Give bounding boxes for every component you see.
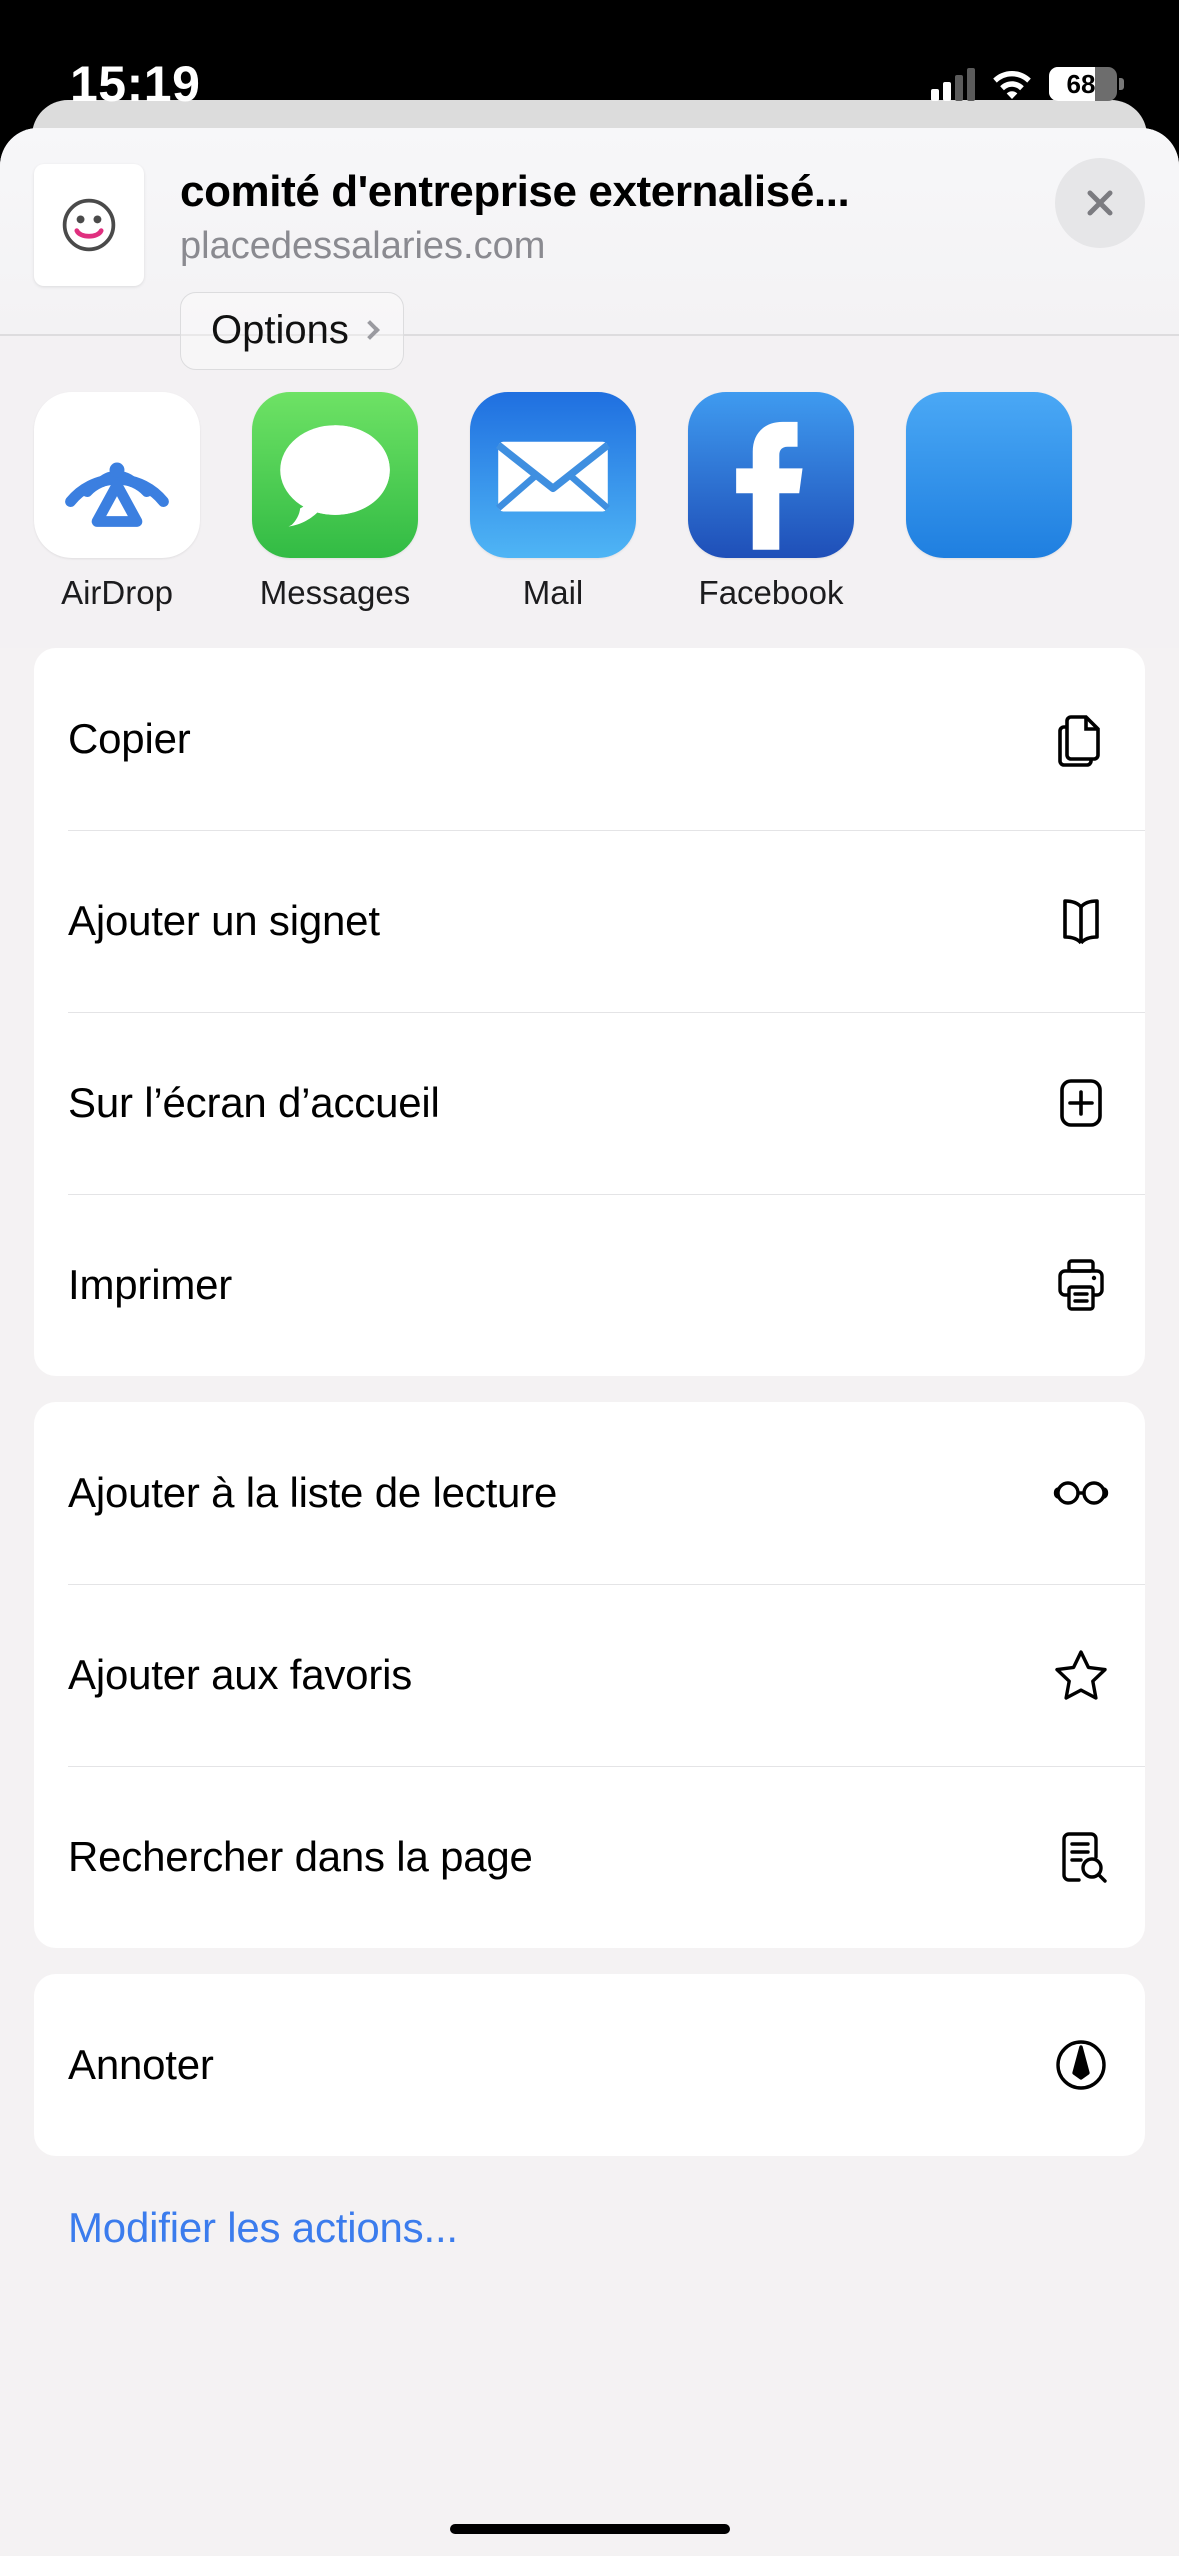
share-target-partial[interactable]: [906, 391, 1072, 612]
action-row-ajouter-a-la-liste-de-lecture[interactable]: Ajouter à la liste de lecture: [34, 1402, 1145, 1584]
status-bar-time: 15:19: [70, 56, 201, 112]
copy-documents-icon: [1047, 705, 1115, 773]
action-label: Copier: [68, 714, 191, 762]
share-sheet-header: comité d'entreprise externalisé... place…: [0, 128, 1179, 370]
options-button-label: Options: [211, 308, 349, 352]
close-button[interactable]: [1055, 158, 1145, 248]
smiley-face-icon: [62, 198, 116, 252]
share-target-label: Facebook: [698, 573, 844, 611]
action-label: Ajouter à la liste de lecture: [68, 1468, 558, 1516]
battery-percent: 68: [1066, 69, 1096, 99]
close-icon: [1087, 190, 1113, 216]
share-target-messages[interactable]: Messages: [252, 391, 418, 612]
star-icon: [1047, 1641, 1115, 1709]
action-row-imprimer[interactable]: Imprimer: [34, 1193, 1145, 1376]
status-bar-indicators: 68: [931, 67, 1124, 101]
share-targets-row[interactable]: AirDrop Messages Mail Facebook: [0, 391, 1179, 612]
action-row-ajouter-aux-favoris[interactable]: Ajouter aux favoris: [34, 1583, 1145, 1766]
share-target-label: Mail: [522, 573, 584, 611]
share-target-facebook[interactable]: Facebook: [688, 391, 854, 612]
site-favicon: [34, 164, 144, 286]
share-targets-strip: AirDrop Messages Mail Facebook: [0, 335, 1179, 648]
action-group-2: Ajouter à la liste de lecture Ajouter au…: [34, 1401, 1145, 1948]
cellular-signal-icon: [931, 67, 975, 101]
battery-icon: 68: [1049, 67, 1124, 101]
edit-actions-link[interactable]: Modifier les actions...: [34, 2182, 1145, 2252]
action-list: Copier Ajouter un signet Sur l’écran d’a…: [0, 647, 1179, 2252]
facebook-icon: [688, 391, 854, 558]
share-target-label: AirDrop: [61, 573, 173, 611]
iphone-screen: 15:19 68 comité d'entreprise externalisé…: [0, 0, 1179, 2556]
share-target-mail[interactable]: Mail: [470, 391, 636, 612]
action-label: Sur l’écran d’accueil: [68, 1078, 440, 1126]
status-bar: 15:19 68: [0, 0, 1179, 128]
action-group-3: Annoter: [34, 1973, 1145, 2156]
share-target-label: Messages: [259, 573, 411, 611]
wifi-icon: [993, 71, 1031, 99]
action-label: Annoter: [68, 2040, 214, 2088]
printer-icon: [1047, 1251, 1115, 1319]
home-indicator: [449, 2524, 730, 2534]
airdrop-icon: [34, 391, 200, 558]
action-row-annoter[interactable]: Annoter: [34, 1974, 1145, 2156]
action-label: Rechercher dans la page: [68, 1832, 533, 1880]
action-row-sur-lecran-daccueil[interactable]: Sur l’écran d’accueil: [34, 1011, 1145, 1194]
action-label: Ajouter aux favoris: [68, 1650, 413, 1698]
find-in-page-icon: [1047, 1823, 1115, 1891]
header-text-block: comité d'entreprise externalisé... place…: [144, 156, 1145, 370]
share-sheet: comité d'entreprise externalisé... place…: [0, 128, 1179, 2556]
book-icon: [1047, 887, 1115, 955]
partial-app-icon: [906, 391, 1072, 558]
share-target-airdrop[interactable]: AirDrop: [34, 391, 200, 612]
add-to-home-screen-icon: [1047, 1069, 1115, 1137]
chevron-right-icon: [359, 319, 380, 340]
glasses-icon: [1047, 1459, 1115, 1527]
action-label: Ajouter un signet: [68, 896, 380, 944]
action-label: Imprimer: [68, 1260, 233, 1308]
page-title: comité d'entreprise externalisé...: [180, 167, 850, 216]
messages-icon: [252, 391, 418, 558]
markup-pen-icon: [1047, 2031, 1115, 2099]
page-url: placedessalaries.com: [180, 224, 546, 267]
mail-icon: [470, 391, 636, 558]
action-row-ajouter-un-signet[interactable]: Ajouter un signet: [34, 829, 1145, 1012]
options-button[interactable]: Options: [180, 291, 404, 370]
action-row-rechercher-dans-la-page[interactable]: Rechercher dans la page: [34, 1765, 1145, 1948]
action-row-copier[interactable]: Copier: [34, 648, 1145, 830]
action-group-1: Copier Ajouter un signet Sur l’écran d’a…: [34, 647, 1145, 1376]
